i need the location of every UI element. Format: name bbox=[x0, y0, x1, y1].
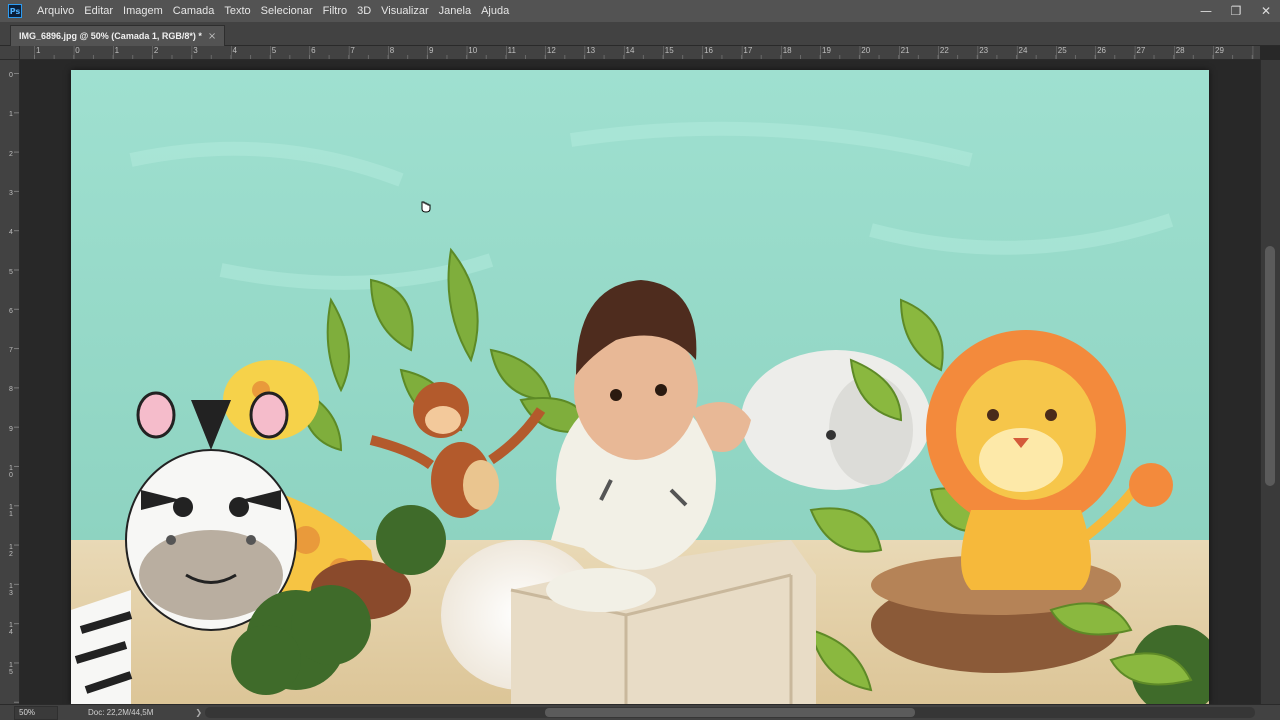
ruler-v-label: 2 bbox=[9, 150, 13, 158]
menu-imagem[interactable]: Imagem bbox=[118, 0, 168, 22]
menu-selecionar[interactable]: Selecionar bbox=[256, 0, 318, 22]
ruler-v-label: 1 0 bbox=[9, 465, 13, 479]
horizontal-scrollbar[interactable] bbox=[205, 707, 1255, 718]
document-tab[interactable]: IMG_6896.jpg @ 50% (Camada 1, RGB/8*) * … bbox=[10, 25, 226, 46]
photo-artwork bbox=[71, 70, 1209, 704]
ruler-v-label: 9 bbox=[9, 425, 13, 433]
ruler-h-label: 12 bbox=[546, 46, 556, 55]
ruler-h-label: 11 bbox=[507, 46, 516, 55]
ruler-v-label: 1 bbox=[9, 111, 13, 119]
ruler-h-label: 19 bbox=[822, 46, 831, 55]
ruler-v-label: 4 bbox=[9, 229, 13, 237]
ruler-h-label: 25 bbox=[1057, 46, 1067, 55]
document-tab-title: IMG_6896.jpg @ 50% (Camada 1, RGB/8*) * bbox=[19, 31, 202, 41]
document-tab-bar: IMG_6896.jpg @ 50% (Camada 1, RGB/8*) * … bbox=[0, 22, 1280, 46]
menu-bar: Ps Arquivo Editar Imagem Camada Texto Se… bbox=[0, 0, 1280, 22]
photoshop-window: Ps Arquivo Editar Imagem Camada Texto Se… bbox=[0, 0, 1280, 720]
ruler-v-label: 6 bbox=[9, 307, 13, 315]
ruler-h-label: 15 bbox=[664, 46, 674, 55]
zoom-level-field[interactable]: 50% bbox=[14, 705, 58, 720]
ruler-h-label: 18 bbox=[782, 46, 792, 55]
horizontal-ruler[interactable]: 1 0 1 2 3 4 5 6 7 8 9 10 11 12 13 14 15 16 17 18 19 20 21 22 23 2… bbox=[20, 46, 1260, 60]
ruler-h-label: 5 bbox=[271, 46, 277, 55]
status-menu-arrow-icon[interactable]: ❯ bbox=[195, 708, 202, 717]
ruler-h-label: 17 bbox=[743, 46, 753, 55]
close-icon[interactable]: ✕ bbox=[1260, 4, 1272, 18]
ruler-v-label: 1 4 bbox=[9, 622, 13, 637]
ruler-h-label: 21 bbox=[900, 46, 910, 55]
ruler-corner[interactable] bbox=[0, 46, 20, 60]
ruler-h-label: 1 bbox=[36, 46, 41, 55]
ruler-h-label: 1 bbox=[114, 46, 120, 55]
ruler-h-label: 9 bbox=[429, 46, 434, 55]
ruler-v-label: 1 3 bbox=[9, 582, 13, 597]
menu-ajuda[interactable]: Ajuda bbox=[476, 0, 514, 22]
ruler-h-label: 27 bbox=[1136, 46, 1146, 55]
ruler-h-label: 13 bbox=[586, 46, 596, 55]
minimize-icon[interactable]: — bbox=[1200, 4, 1212, 18]
ruler-h-label: 14 bbox=[625, 46, 635, 55]
ruler-h-label: 26 bbox=[1097, 46, 1106, 55]
ruler-h-label: 20 bbox=[861, 46, 871, 55]
ruler-h-label: 16 bbox=[704, 46, 713, 55]
ruler-h-label: 23 bbox=[979, 46, 989, 55]
ruler-h-label: 2 bbox=[153, 46, 159, 55]
ruler-v-label: 1 1 bbox=[9, 504, 13, 519]
ruler-v-label: 0 bbox=[9, 72, 13, 79]
ruler-h-label: 29 bbox=[1215, 46, 1224, 55]
ruler-v-label: 5 bbox=[9, 268, 13, 276]
ruler-h-label: 6 bbox=[311, 46, 316, 55]
ruler-h-label: 28 bbox=[1175, 46, 1185, 55]
window-controls: — ❐ ✕ bbox=[1200, 0, 1272, 22]
ruler-h-label: 24 bbox=[1018, 46, 1028, 55]
menu-camada[interactable]: Camada bbox=[168, 0, 220, 22]
ruler-h-label: 7 bbox=[350, 46, 355, 55]
menu-visualizar[interactable]: Visualizar bbox=[376, 0, 434, 22]
ruler-h-label: 22 bbox=[939, 46, 949, 55]
menu-janela[interactable]: Janela bbox=[434, 0, 476, 22]
ruler-h-label: 0 bbox=[75, 46, 80, 55]
ruler-v-label: 8 bbox=[9, 386, 13, 394]
ruler-h-label: 3 bbox=[193, 46, 198, 55]
image-canvas[interactable] bbox=[71, 70, 1209, 704]
status-bar: 50% Doc: 22,2M/44,5M ❯ bbox=[0, 704, 1280, 720]
hand-cursor-icon bbox=[421, 201, 431, 213]
ruler-v-label: 1 2 bbox=[9, 543, 13, 558]
photoshop-logo-icon: Ps bbox=[8, 4, 22, 18]
menu-texto[interactable]: Texto bbox=[219, 0, 255, 22]
ruler-v-label: 1 5 bbox=[9, 661, 13, 676]
menu-editar[interactable]: Editar bbox=[79, 0, 118, 22]
menu-list: Arquivo Editar Imagem Camada Texto Selec… bbox=[32, 0, 514, 22]
menu-3d[interactable]: 3D bbox=[352, 0, 376, 22]
elephant-cutout bbox=[741, 350, 931, 490]
menu-filtro[interactable]: Filtro bbox=[318, 0, 352, 22]
vertical-ruler[interactable]: 0 1 2 3 4 5 6 7 8 9 1 0 1 1 1 2 1 3 1 4 1 5 bbox=[0, 60, 20, 704]
document-size-info: Doc: 22,2M/44,5M bbox=[88, 708, 154, 717]
vertical-scroll-thumb[interactable] bbox=[1265, 246, 1275, 486]
ruler-v-label: 7 bbox=[9, 347, 13, 355]
ruler-h-label: 10 bbox=[468, 46, 478, 55]
menu-arquivo[interactable]: Arquivo bbox=[32, 0, 79, 22]
ruler-h-label: 4 bbox=[232, 46, 237, 55]
ruler-v-label: 3 bbox=[9, 189, 13, 197]
horizontal-scroll-thumb[interactable] bbox=[545, 708, 915, 717]
restore-icon[interactable]: ❐ bbox=[1230, 4, 1242, 18]
ruler-h-label: 8 bbox=[389, 46, 395, 55]
workspace bbox=[20, 60, 1260, 704]
vertical-scrollbar[interactable] bbox=[1260, 60, 1280, 704]
tab-close-icon[interactable]: × bbox=[208, 31, 216, 42]
